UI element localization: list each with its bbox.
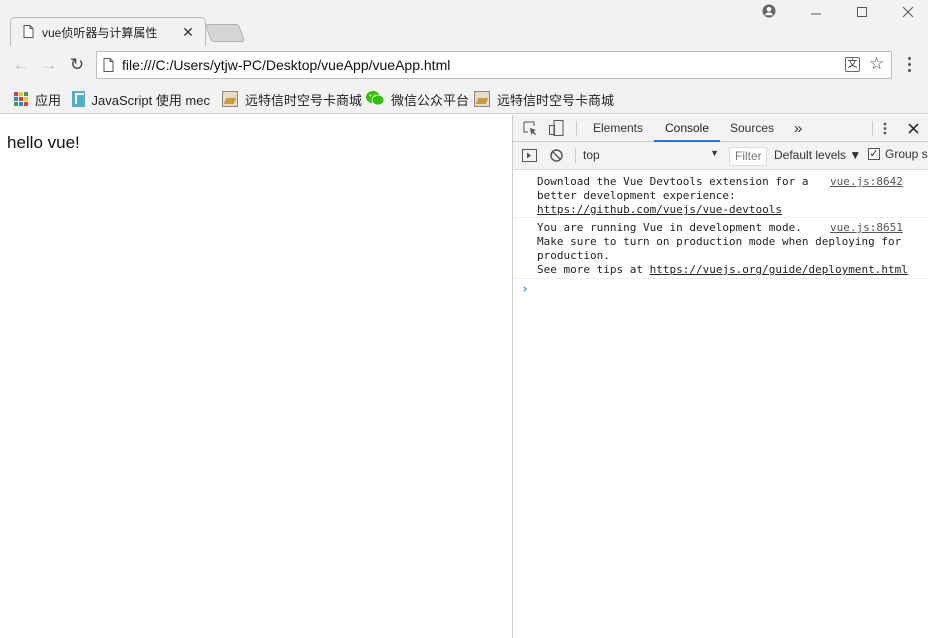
- tab-console[interactable]: Console: [654, 115, 720, 142]
- console-message: Download the Vue Devtools extension for …: [513, 175, 928, 218]
- browser-toolbar: ← → ↻ file:///C:/Users/ytjw-PC/Desktop/v…: [0, 46, 928, 84]
- url-text[interactable]: file:///C:/Users/ytjw-PC/Desktop/vueApp/…: [122, 52, 450, 78]
- image-bookmark-icon: [474, 91, 490, 107]
- translate-icon[interactable]: 文: [845, 57, 860, 72]
- tab-close-icon[interactable]: ✕: [181, 24, 195, 41]
- file-icon: [103, 58, 114, 75]
- bookmark-wechat[interactable]: 微信公众平台: [366, 89, 469, 109]
- group-similar-checkbox[interactable]: ✓ Group si: [868, 147, 928, 161]
- checkbox-checked-icon: ✓: [868, 148, 880, 160]
- profile-icon[interactable]: [759, 4, 779, 24]
- browser-tab[interactable]: vue侦听器与计算属性 ✕: [10, 17, 206, 47]
- message-line: production.: [537, 249, 610, 262]
- tab-title: vue侦听器与计算属性: [42, 26, 158, 40]
- inspect-element-icon[interactable]: [523, 121, 538, 139]
- document-icon: [23, 24, 34, 41]
- devtools-panel: Elements Console Sources » top ▼ Filter …: [512, 115, 928, 638]
- log-levels-dropdown[interactable]: Default levels ▼: [774, 148, 861, 162]
- message-link[interactable]: https://vuejs.org/guide/deployment.html: [650, 263, 908, 276]
- message-line: See more tips at https://vuejs.org/guide…: [537, 263, 908, 276]
- chrome-menu-icon[interactable]: [902, 54, 916, 76]
- message-source-link[interactable]: vue.js:8642: [830, 175, 903, 189]
- javascript-bookmark-icon: [72, 91, 85, 107]
- show-sidebar-icon[interactable]: [522, 149, 537, 165]
- tab-sources[interactable]: Sources: [723, 115, 781, 142]
- message-line: You are running Vue in development mode.: [537, 221, 802, 234]
- device-toolbar-icon[interactable]: [549, 120, 564, 139]
- devtools-menu-icon[interactable]: [883, 122, 887, 138]
- bookmark-apps[interactable]: 应用: [14, 89, 61, 109]
- console-message: You are running Vue in development mode.…: [513, 221, 928, 279]
- console-filter-input[interactable]: Filter: [729, 147, 767, 166]
- bookmark-star-icon[interactable]: ☆: [869, 54, 884, 74]
- page-viewport: hello vue!: [0, 115, 512, 638]
- window-close-icon[interactable]: [898, 4, 918, 24]
- maximize-icon[interactable]: [852, 4, 872, 24]
- hello-text: hello vue!: [7, 133, 80, 152]
- console-toolbar: top ▼ Filter Default levels ▼ ✓ Group si: [513, 142, 928, 170]
- title-bar: vue侦听器与计算属性 ✕: [0, 0, 928, 47]
- bookmark-yuantel-2[interactable]: 远特信时空号卡商城: [474, 89, 614, 109]
- bookmark-javascript[interactable]: JavaScript 使用 mec: [72, 89, 210, 109]
- context-selector[interactable]: top ▼: [583, 148, 719, 164]
- tab-elements[interactable]: Elements: [585, 115, 651, 142]
- more-tabs-icon[interactable]: »: [788, 115, 808, 142]
- message-line: better development experience:: [537, 189, 736, 202]
- apps-grid-icon: [14, 92, 28, 106]
- wechat-icon: [366, 90, 385, 109]
- image-bookmark-icon: [222, 91, 238, 107]
- bookmark-yuantel-1[interactable]: 远特信时空号卡商城: [222, 89, 362, 109]
- devtools-close-icon[interactable]: [908, 123, 919, 137]
- back-icon[interactable]: ←: [10, 54, 32, 76]
- new-tab-button[interactable]: [204, 24, 246, 42]
- minimize-icon[interactable]: [806, 4, 826, 24]
- clear-console-icon[interactable]: [550, 149, 563, 165]
- dropdown-arrow-icon: ▼: [710, 148, 719, 158]
- devtools-tab-bar: Elements Console Sources »: [513, 115, 928, 142]
- address-bar[interactable]: file:///C:/Users/ytjw-PC/Desktop/vueApp/…: [96, 51, 892, 79]
- bookmarks-bar: 应用 JavaScript 使用 mec 远特信时空号卡商城 微信公众平台 远特…: [0, 84, 928, 114]
- message-line: Download the Vue Devtools extension for …: [537, 175, 809, 188]
- forward-icon[interactable]: →: [38, 54, 60, 76]
- message-source-link[interactable]: vue.js:8651: [830, 221, 903, 235]
- message-link[interactable]: https://github.com/vuejs/vue-devtools: [537, 203, 782, 217]
- message-line: Make sure to turn on production mode whe…: [537, 235, 902, 248]
- console-prompt-icon[interactable]: ›: [521, 282, 529, 297]
- reload-icon[interactable]: ↻: [66, 54, 88, 76]
